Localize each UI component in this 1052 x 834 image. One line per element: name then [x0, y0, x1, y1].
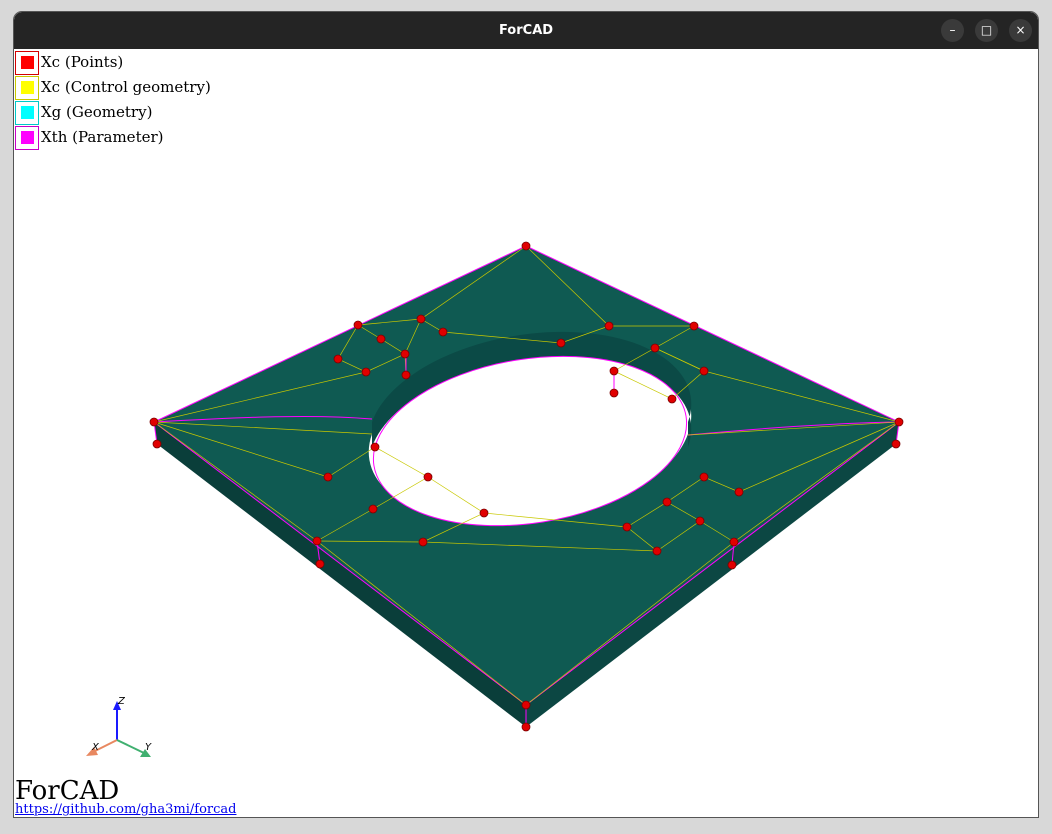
legend-swatch-geometry[interactable]	[15, 101, 39, 125]
forcad-window: ForCAD – □ × Z X Y Xc (Points) Xc (Contr…	[13, 11, 1039, 818]
legend-label: Xc (Points)	[41, 53, 124, 71]
legend-label: Xc (Control geometry)	[41, 78, 211, 96]
window-title: ForCAD	[498, 23, 554, 38]
minimize-button[interactable]: –	[941, 19, 964, 42]
3d-viewport[interactable]: Z X Y Xc (Points) Xc (Control geometry) …	[14, 49, 1038, 818]
axis-label-x: X	[91, 742, 100, 753]
legend-label: Xg (Geometry)	[41, 103, 153, 121]
axes-triad: Z X Y	[86, 696, 152, 757]
maximize-button[interactable]: □	[975, 19, 998, 42]
title-bar[interactable]: ForCAD – □ ×	[14, 12, 1038, 49]
axis-label-z: Z	[117, 696, 126, 707]
close-button[interactable]: ×	[1009, 19, 1032, 42]
axis-label-y: Y	[145, 742, 152, 753]
legend-swatch-points[interactable]	[15, 51, 39, 75]
github-link[interactable]: https://github.com/gha3mi/forcad	[15, 802, 236, 817]
legend-swatch-control-geometry[interactable]	[15, 76, 39, 100]
model-render[interactable]: Z X Y	[14, 49, 1038, 818]
legend-label: Xth (Parameter)	[41, 128, 164, 146]
legend-swatch-parameter[interactable]	[15, 126, 39, 150]
